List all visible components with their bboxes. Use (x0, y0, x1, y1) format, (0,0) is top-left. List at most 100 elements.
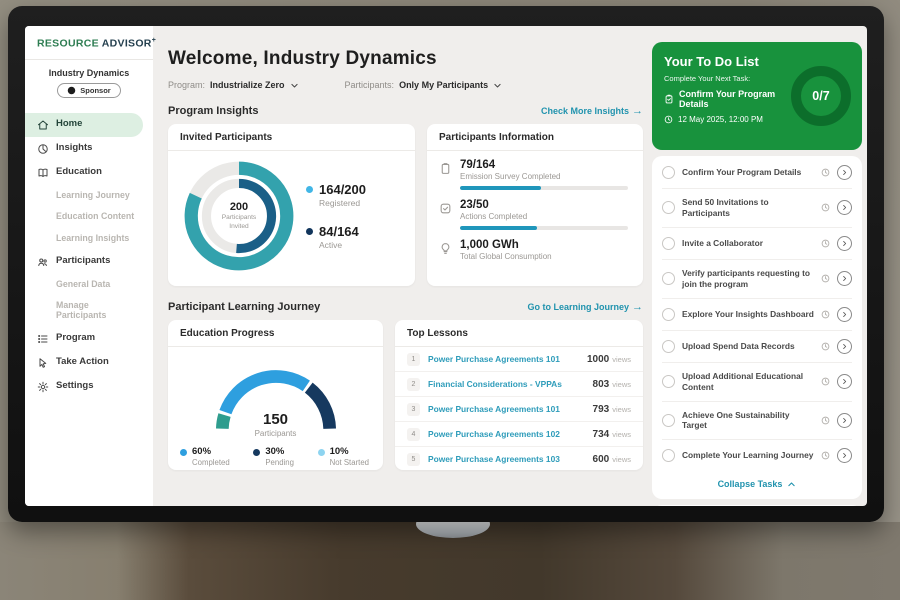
task-open-button[interactable] (837, 307, 852, 322)
lesson-rank: 5 (407, 453, 420, 466)
chevron-right-icon (841, 204, 848, 211)
lesson-rank: 4 (407, 428, 420, 441)
views-suffix: views (612, 455, 631, 464)
invited-participants-chart: 200 Participants Invited 164/200 Registe… (168, 151, 415, 281)
education-progress-card: Education Progress 150 Participants (168, 320, 383, 470)
task-row-complete-learning-journey[interactable]: Complete Your Learning Journey (662, 440, 852, 471)
clock-icon (821, 168, 830, 177)
lesson-views: 1000 (587, 354, 609, 365)
clock-icon (821, 203, 830, 212)
task-open-button[interactable] (837, 236, 852, 251)
stat-label: Total Global Consumption (460, 252, 552, 261)
task-checkbox[interactable] (662, 340, 675, 353)
lesson-link[interactable]: Power Purchase Agreements 101 (428, 354, 587, 364)
clock-icon (821, 377, 830, 386)
sidebar-item-learning-journey[interactable]: Learning Journey (25, 185, 153, 207)
sidebar-item-insights[interactable]: Insights (25, 137, 153, 161)
task-checkbox[interactable] (662, 201, 675, 214)
sidebar-item-label: Participants (56, 256, 110, 266)
sidebar-item-education[interactable]: Education (25, 161, 153, 185)
check-more-insights-link[interactable]: Check More Insights→ (541, 105, 643, 117)
sidebar-item-manage-participants[interactable]: Manage Participants (25, 295, 153, 326)
task-row-verify-participants[interactable]: Verify participants requesting to join t… (662, 260, 852, 299)
clock-icon (821, 239, 830, 248)
legend-pending: 30% Pending (253, 446, 294, 467)
sidebar-item-learning-insights[interactable]: Learning Insights (25, 228, 153, 250)
task-checkbox[interactable] (662, 237, 675, 250)
task-open-button[interactable] (837, 200, 852, 215)
task-row-upload-educational-content[interactable]: Upload Additional Educational Content (662, 363, 852, 402)
task-label: Verify participants requesting to join t… (682, 268, 814, 290)
program-filter-value: Industrialize Zero (210, 80, 285, 90)
logo-primary: RESOURCE (37, 38, 99, 50)
lesson-row[interactable]: 1 Power Purchase Agreements 101 1000 vie… (395, 347, 643, 372)
active-value: 84/164 (319, 224, 366, 239)
task-open-button[interactable] (837, 165, 852, 180)
sidebar-item-take-action[interactable]: Take Action (25, 351, 153, 375)
program-filter-dropdown[interactable]: Program: Industrialize Zero (168, 80, 299, 90)
donut-center-value: 200 (230, 201, 248, 213)
filter-bar: Program: Industrialize Zero Participants… (168, 80, 643, 90)
emission-survey-progress-bar (460, 186, 628, 190)
insights-cards-row: Invited Participants 200 Participants In… (168, 124, 643, 286)
sidebar-item-participants[interactable]: Participants (25, 250, 153, 274)
todo-header-card: Your To Do List Complete Your Next Task:… (652, 42, 862, 150)
task-row-invite-collaborator[interactable]: Invite a Collaborator (662, 228, 852, 260)
sidebar-item-education-content[interactable]: Education Content (25, 206, 153, 228)
consumption-stat: 1,000 GWh Total Global Consumption (439, 239, 631, 261)
lesson-link[interactable]: Power Purchase Agreements 102 (428, 429, 593, 439)
task-open-button[interactable] (837, 271, 852, 286)
sidebar-item-label: Education (56, 167, 102, 177)
sidebar-item-program[interactable]: Program (25, 327, 153, 351)
todo-next-task-label: Confirm Your Program Details (679, 89, 804, 109)
task-checkbox[interactable] (662, 272, 675, 285)
task-row-confirm-program[interactable]: Confirm Your Program Details (662, 157, 852, 189)
task-open-button[interactable] (837, 339, 852, 354)
collapse-tasks-link[interactable]: Collapse Tasks (662, 471, 852, 498)
lesson-rank: 3 (407, 403, 420, 416)
emission-survey-stat: 79/164 Emission Survey Completed (439, 159, 631, 190)
sidebar-item-label: Learning Insights (56, 234, 129, 244)
task-checkbox[interactable] (662, 166, 675, 179)
todo-next-task: Confirm Your Program Details (664, 89, 804, 109)
task-row-upload-spend-data[interactable]: Upload Spend Data Records (662, 331, 852, 363)
task-row-send-invitations[interactable]: Send 50 Invitations to Participants (662, 189, 852, 228)
actions-icon (439, 202, 452, 215)
participants-filter-dropdown[interactable]: Participants: Only My Participants (345, 80, 503, 90)
lesson-link[interactable]: Financial Considerations - VPPAs (428, 379, 593, 389)
lesson-row[interactable]: 3 Power Purchase Agreements 101 793 view… (395, 397, 643, 422)
program-insights-header: Program Insights Check More Insights→ (168, 105, 643, 117)
lesson-row[interactable]: 4 Power Purchase Agreements 102 734 view… (395, 422, 643, 447)
task-open-button[interactable] (837, 413, 852, 428)
sidebar-item-label: Take Action (56, 357, 109, 367)
lesson-link[interactable]: Power Purchase Agreements 103 (428, 454, 593, 464)
task-open-button[interactable] (837, 448, 852, 463)
task-open-button[interactable] (837, 374, 852, 389)
sidebar-item-settings[interactable]: Settings (25, 375, 153, 399)
pending-dot-icon (253, 449, 260, 456)
education-icon (37, 167, 49, 179)
task-checkbox[interactable] (662, 375, 675, 388)
todo-time-label: 12 May 2025, 12:00 PM (678, 115, 763, 124)
task-row-achieve-sustainability-target[interactable]: Achieve One Sustainability Target (662, 402, 852, 441)
learning-journey-title: Participant Learning Journey (168, 301, 320, 313)
task-checkbox[interactable] (662, 308, 675, 321)
link-label: Check More Insights (541, 106, 629, 116)
task-checkbox[interactable] (662, 449, 675, 462)
sidebar-item-general-data[interactable]: General Data (25, 274, 153, 296)
not-started-pct: 10% (330, 446, 369, 457)
lesson-link[interactable]: Power Purchase Agreements 101 (428, 404, 593, 414)
lesson-row[interactable]: 2 Financial Considerations - VPPAs 803 v… (395, 372, 643, 397)
lesson-row[interactable]: 5 Power Purchase Agreements 103 600 view… (395, 447, 643, 471)
clock-icon (664, 115, 673, 124)
go-to-learning-journey-link[interactable]: Go to Learning Journey→ (527, 301, 643, 313)
sidebar-item-home[interactable]: Home (25, 113, 143, 137)
gauge-center-label: 150 Participants (201, 411, 351, 438)
task-row-explore-insights[interactable]: Explore Your Insights Dashboard (662, 299, 852, 331)
main-content: Welcome, Industry Dynamics Program: Indu… (168, 26, 643, 506)
sidebar-item-label: Learning Journey (56, 191, 130, 201)
stat-value: 23/50 (460, 199, 628, 211)
task-checkbox[interactable] (662, 414, 675, 427)
link-label: Go to Learning Journey (527, 302, 629, 312)
gauge-center-value: 150 (201, 411, 351, 428)
